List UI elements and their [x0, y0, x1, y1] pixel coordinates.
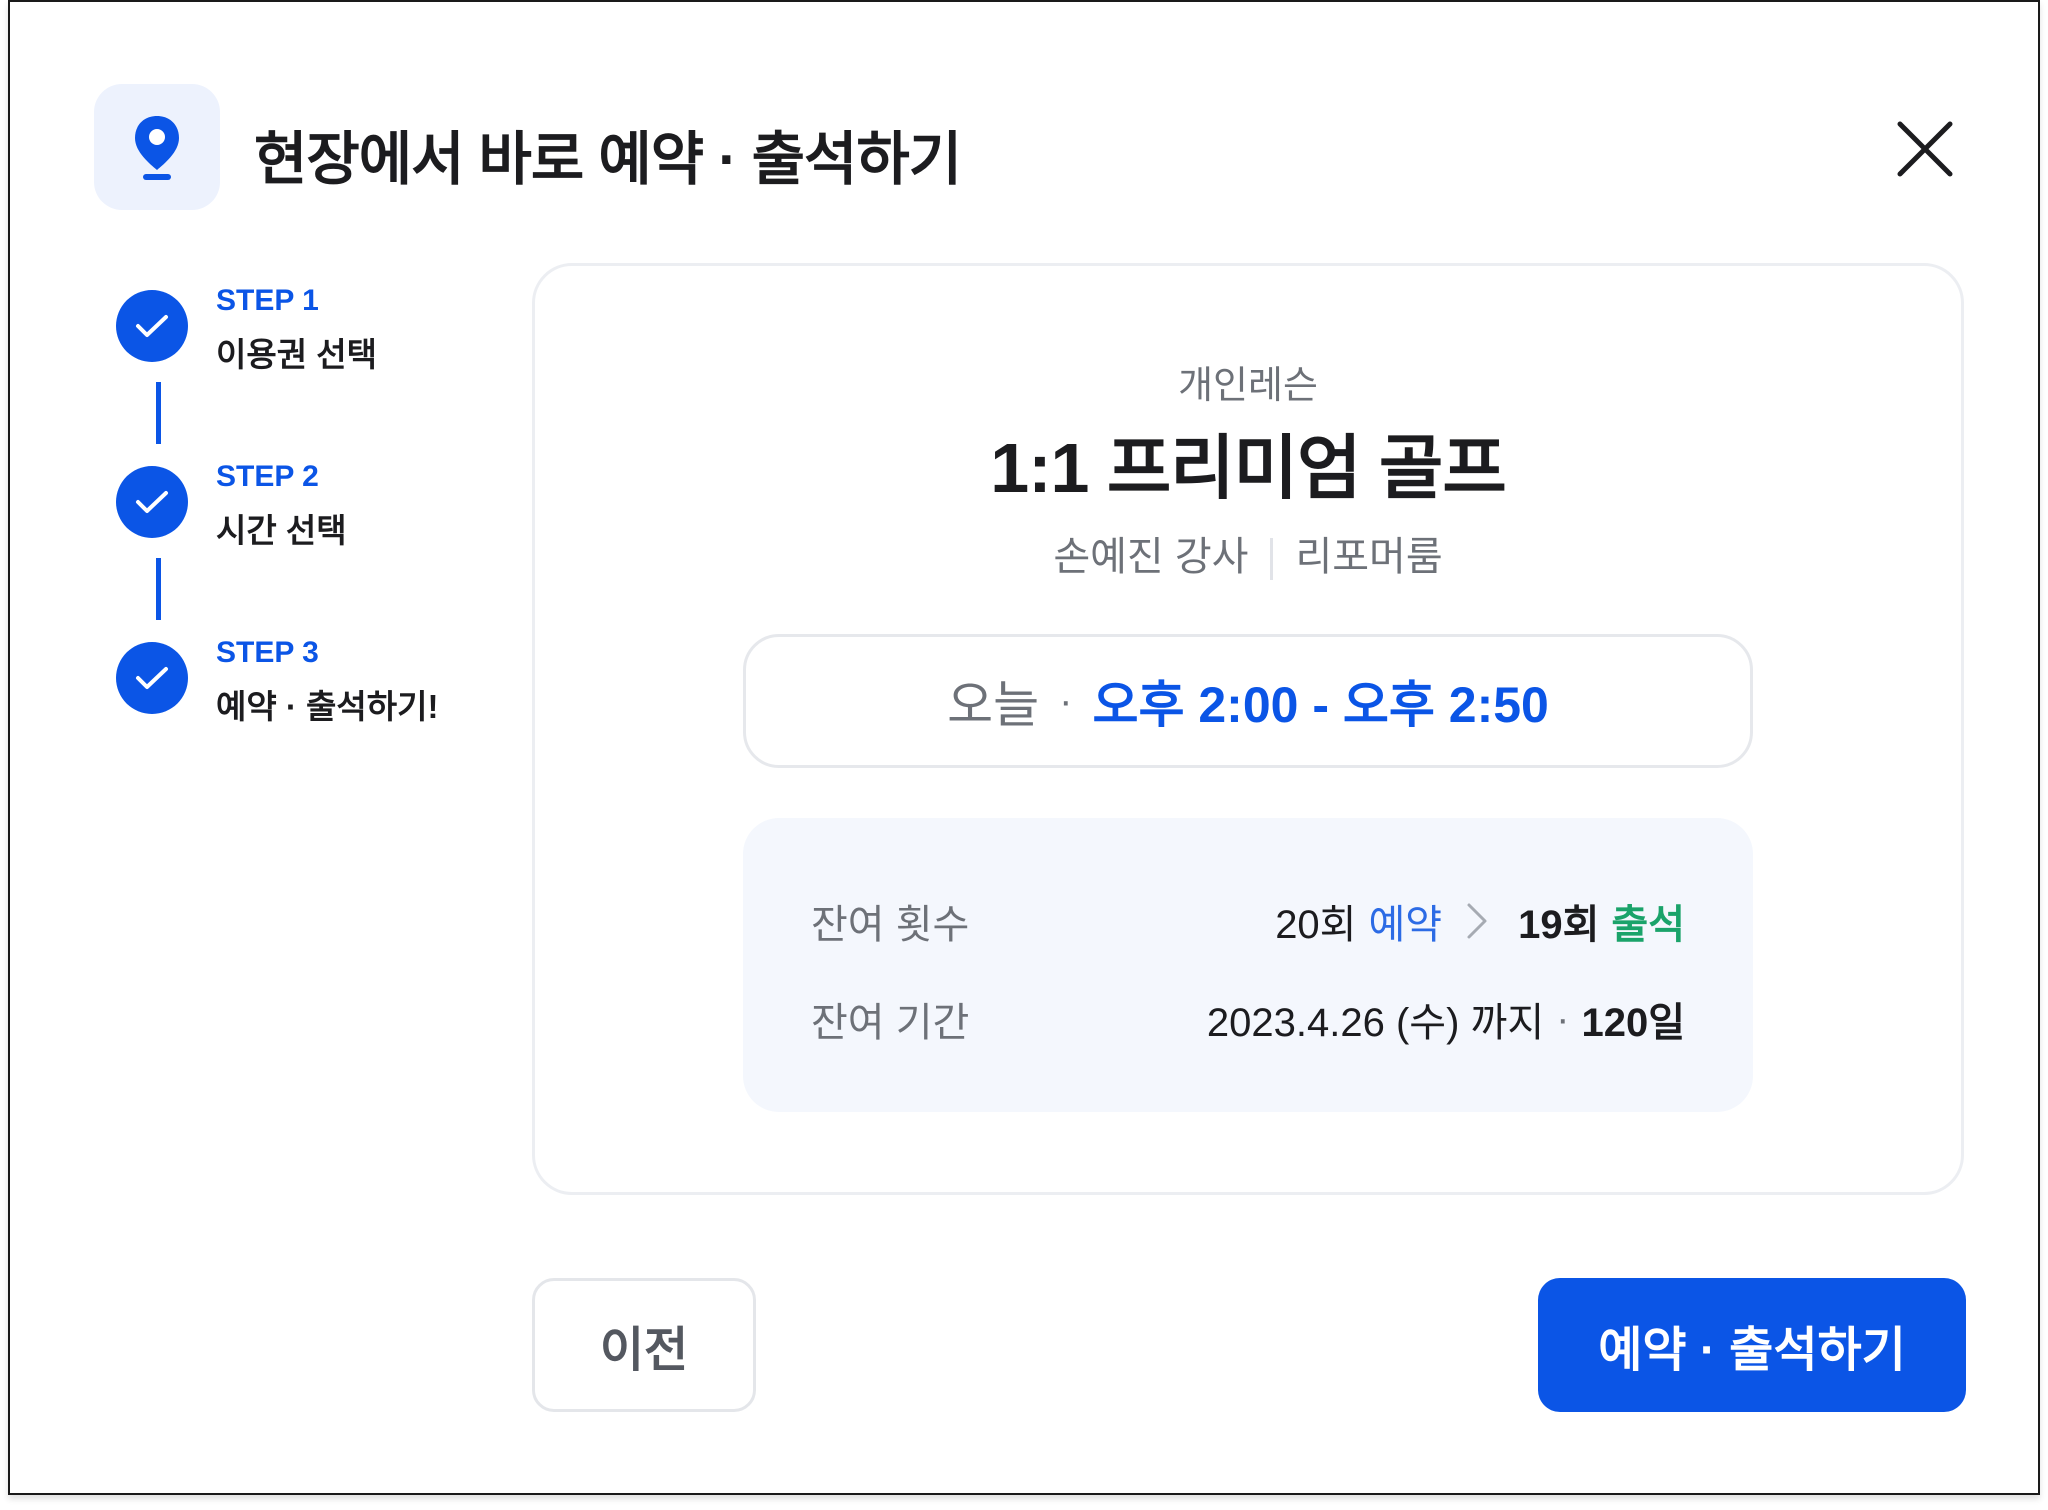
- check-icon: [116, 642, 188, 714]
- meta-divider: [1270, 538, 1274, 581]
- remaining-period-label: 잔여 기간: [811, 1001, 970, 1045]
- period-days: 120일: [1581, 1001, 1685, 1045]
- step-connector: [156, 382, 161, 444]
- count-before-tag: 예약: [1368, 903, 1443, 947]
- lesson-category: 개인레슨: [1178, 365, 1318, 407]
- close-button[interactable]: [1888, 112, 1962, 186]
- step-connector: [156, 558, 161, 620]
- lesson-card: 개인레슨 1:1 프리미엄 골프 손예진 강사 리포머룸 오늘 · 오후 2:00…: [532, 263, 1964, 1195]
- time-day: 오늘: [947, 677, 1040, 733]
- remaining-info: 잔여 횟수 20회 예약 19회 출석 잔여 기간 2023.4.26 (수) …: [743, 818, 1753, 1112]
- location-pin-icon: [94, 84, 220, 210]
- step-label: STEP 2: [216, 460, 319, 493]
- check-icon: [116, 466, 188, 538]
- lesson-meta: 손예진 강사 리포머룸: [535, 524, 1961, 582]
- close-icon: [1897, 121, 1953, 177]
- period-separator: ·: [1556, 996, 1570, 1041]
- count-after: 19회: [1518, 903, 1600, 947]
- check-icon: [116, 290, 188, 362]
- count-before: 20회: [1275, 903, 1357, 947]
- step-label: STEP 3: [216, 636, 319, 669]
- step-label: STEP 1: [216, 284, 319, 317]
- time-slot: 오늘 · 오후 2:00 - 오후 2:50: [743, 634, 1753, 768]
- prev-button[interactable]: 이전: [532, 1278, 756, 1412]
- remaining-period-value: 2023.4.26 (수) 까지 · 120일: [1207, 990, 1685, 1048]
- remaining-count-label: 잔여 횟수: [811, 903, 970, 947]
- step-title: 예약 · 출석하기!: [216, 688, 439, 725]
- step-title: 시간 선택: [216, 512, 347, 549]
- chevron-right-icon: [1467, 903, 1487, 939]
- period-until: 2023.4.26 (수) 까지: [1206, 1001, 1545, 1045]
- dialog-title: 현장에서 바로 예약 · 출석하기: [254, 127, 962, 192]
- instructor-name: 손예진 강사: [1053, 535, 1249, 579]
- time-separator: ·: [1059, 678, 1073, 723]
- remaining-count-value: 20회 예약 19회 출석: [1275, 892, 1685, 950]
- book-attend-button[interactable]: 예약 · 출석하기: [1538, 1278, 1966, 1412]
- room-name: 리포머룸: [1295, 535, 1443, 579]
- time-range: 오후 2:00 - 오후 2:50: [1092, 677, 1549, 733]
- step-title: 이용권 선택: [216, 336, 377, 373]
- lesson-name: 1:1 프리미엄 골프: [990, 429, 1506, 507]
- count-after-tag: 출석: [1611, 903, 1685, 947]
- booking-dialog: 현장에서 바로 예약 · 출석하기 STEP 1 이용권 선택 STEP 2 시…: [8, 0, 2040, 1495]
